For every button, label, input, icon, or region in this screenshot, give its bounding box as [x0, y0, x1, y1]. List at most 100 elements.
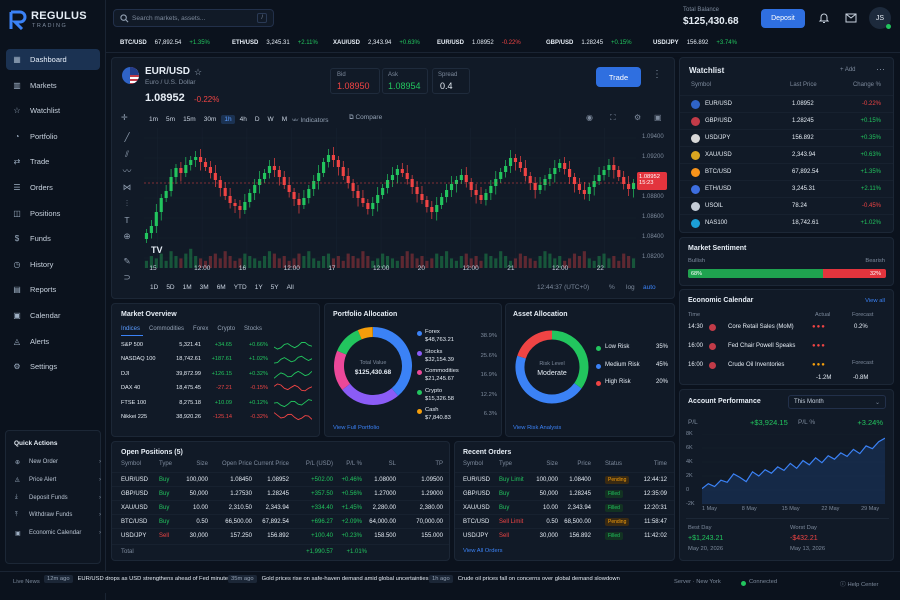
sidebar-item-reports[interactable]: ▤ Reports	[6, 279, 100, 300]
range-All[interactable]: All	[287, 284, 294, 291]
settings-gear-icon[interactable]: ⚙	[634, 113, 641, 122]
timeframe-1h[interactable]: 1h	[221, 115, 235, 124]
crosshair-icon[interactable]: ✛	[121, 113, 128, 122]
favorite-star-icon[interactable]: ☆	[194, 67, 202, 78]
percent-toggle[interactable]: %	[609, 284, 615, 291]
market-overview-row[interactable]: S&P 500 5,321.41 +34.65 +0.66%	[112, 338, 319, 352]
ticker-item[interactable]: BTC/USD 67,892.54 +1.35%	[120, 40, 210, 46]
view-all-orders-link[interactable]: View All Orders	[463, 548, 503, 554]
range-6M[interactable]: 6M	[217, 284, 226, 291]
sidebar-item-orders[interactable]: ☰ Orders	[6, 177, 100, 198]
calendar-row[interactable]: 16:00 Fed Chair Powell Speaks ●●●	[680, 339, 893, 353]
ticker-item[interactable]: XAU/USD 2,343.94 +0.63%	[333, 40, 420, 46]
sidebar-item-history[interactable]: ◷ History	[6, 254, 100, 275]
market-overview-row[interactable]: DJI 39,872.99 +126.15 +0.32%	[112, 367, 319, 381]
sidebar-item-positions[interactable]: ◫ Positions	[6, 203, 100, 224]
watchlist-row[interactable]: NAS100 18,742.61 +1.02%	[680, 214, 893, 231]
sidebar-item-alerts[interactable]: ◬ Alerts	[6, 331, 100, 352]
order-row[interactable]: GBP/USD Buy 50,000 1.28245 Filled 12:35:09	[455, 486, 674, 500]
timeframe-15m[interactable]: 15m	[180, 115, 199, 124]
ticker-item[interactable]: ETH/USD 3,245.31 +2.11%	[232, 40, 318, 46]
bell-icon[interactable]	[818, 12, 830, 24]
tab-stocks[interactable]: Stocks	[244, 326, 262, 332]
layout-icon[interactable]: ▣	[654, 113, 662, 122]
deposit-button[interactable]: Deposit	[761, 9, 805, 28]
sidebar-item-dashboard[interactable]: ▦ Dashboard	[6, 49, 100, 70]
calendar-row[interactable]: 14:30 Core Retail Sales (MoM) ●●● 0.2%	[680, 320, 893, 334]
range-1Y[interactable]: 1Y	[255, 284, 263, 291]
range-1D[interactable]: 1D	[150, 284, 158, 291]
position-row[interactable]: EUR/USD Buy 100,000 1.08450 1.08952 +502.00 +0…	[112, 472, 449, 486]
range-5D[interactable]: 5D	[166, 284, 174, 291]
tab-indices[interactable]: Indices	[121, 326, 140, 332]
view-risk-analysis-link[interactable]: View Risk Analysis	[513, 425, 561, 431]
news-item[interactable]: 12m ago EUR/USD drops as USD strengthens …	[44, 575, 231, 583]
indicators-button[interactable]: 〰 Indicators	[292, 114, 329, 124]
watchlist-row[interactable]: USD/JPY 156.892 +0.35%	[680, 129, 893, 146]
watchlist-row[interactable]: GBP/USD 1.28245 +0.15%	[680, 112, 893, 129]
watchlist-row[interactable]: ETH/USD 3,245.31 +2.11%	[680, 180, 893, 197]
sidebar-item-portfolio[interactable]: ◔ Portfolio	[6, 126, 100, 147]
market-overview-row[interactable]: Nikkei 225 38,920.26 -125.14 -0.32%	[112, 410, 319, 424]
quick-action-new-order[interactable]: ⊕ New Order ›	[15, 454, 101, 470]
sidebar-item-trade[interactable]: ⇄ Trade	[6, 151, 100, 172]
news-item[interactable]: 35m ago Gold prices rise on safe-haven de…	[228, 575, 428, 583]
period-select[interactable]: This Month ⌄	[788, 395, 886, 409]
channel-icon[interactable]: ⫽	[120, 149, 134, 160]
market-overview-row[interactable]: DAX 40 18,475.45 -27.21 -0.15%	[112, 381, 319, 395]
text-tool-icon[interactable]: T	[120, 215, 134, 225]
market-overview-row[interactable]: FTSE 100 8,275.18 +10.09 +0.12%	[112, 396, 319, 410]
position-row[interactable]: GBP/USD Buy 50,000 1.27530 1.28245 +357.50 +0.…	[112, 486, 449, 500]
ticker-item[interactable]: EUR/USD 1.08952 -0.22%	[437, 40, 521, 46]
tab-commodities[interactable]: Commodities	[149, 326, 184, 332]
tab-crypto[interactable]: Crypto	[217, 326, 235, 332]
quick-action-deposit-funds[interactable]: ⤓ Deposit Funds ›	[15, 490, 101, 506]
watchlist-add-button[interactable]: + Add	[840, 67, 856, 73]
trendline-icon[interactable]: ╱	[120, 132, 134, 143]
range-3M[interactable]: 3M	[200, 284, 209, 291]
sidebar-item-settings[interactable]: ⚙ Settings	[6, 356, 100, 377]
price-chart[interactable]	[144, 128, 636, 268]
order-row[interactable]: EUR/USD Buy Limit 100,000 1.08400 Pending 12:…	[455, 472, 674, 486]
position-row[interactable]: XAU/USD Buy 10.00 2,310.50 2,343.94 +334.40 +1…	[112, 500, 449, 514]
auto-toggle[interactable]: auto	[643, 284, 656, 291]
news-item[interactable]: 1h ago Crude oil prices fall on concerns …	[429, 575, 620, 583]
fib-icon[interactable]: ⫶	[120, 198, 134, 209]
add-tool-icon[interactable]: ⊕	[120, 231, 134, 242]
range-5Y[interactable]: 5Y	[271, 284, 279, 291]
more-options-icon[interactable]: ⋮	[652, 69, 662, 80]
magnet-icon[interactable]: ⊃	[120, 272, 134, 283]
market-overview-row[interactable]: NASDAQ 100 18,742.61 +187.61 +1.02%	[112, 352, 319, 366]
ticker-item[interactable]: GBP/USD 1.28245 +0.15%	[546, 40, 632, 46]
zigzag-icon[interactable]: 〰	[120, 165, 134, 177]
timeframe-D[interactable]: D	[252, 115, 263, 124]
watchlist-row[interactable]: BTC/USD 67,892.54 +1.35%	[680, 163, 893, 180]
sidebar-item-funds[interactable]: $ Funds	[6, 228, 100, 249]
timeframe-30m[interactable]: 30m	[201, 115, 220, 124]
help-center-link[interactable]: ⓘ Help Center	[840, 579, 878, 588]
timeframe-W[interactable]: W	[265, 115, 277, 124]
fullscreen-icon[interactable]: ⛶	[610, 113, 616, 123]
sidebar-item-watchlist[interactable]: ☆ Watchlist	[6, 100, 100, 121]
watchlist-row[interactable]: EUR/USD 1.08952 -0.22%	[680, 95, 893, 112]
pattern-icon[interactable]: ⋈	[120, 182, 134, 193]
search-bar[interactable]: Search markets, assets... /	[113, 9, 274, 27]
log-toggle[interactable]: log	[626, 284, 635, 291]
timeframe-5m[interactable]: 5m	[163, 115, 178, 124]
ticker-item[interactable]: USD/JPY 156.892 +3.74%	[653, 40, 737, 46]
watchlist-row[interactable]: USOIL 78.24 -0.45%	[680, 197, 893, 214]
range-1M[interactable]: 1M	[183, 284, 192, 291]
mail-icon[interactable]	[845, 13, 857, 23]
tab-forex[interactable]: Forex	[193, 326, 208, 332]
order-row[interactable]: USD/JPY Sell 30,000 156.892 Filled 11:42:02	[455, 528, 674, 542]
position-row[interactable]: BTC/USD Buy 0.50 66,500.00 67,892.54 +696.27 +…	[112, 514, 449, 528]
range-YTD[interactable]: YTD	[234, 284, 247, 291]
order-row[interactable]: XAU/USD Buy 10.00 2,343.94 Filled 12:20:31	[455, 500, 674, 514]
sidebar-item-calendar[interactable]: ▣ Calendar	[6, 305, 100, 326]
ruler-icon[interactable]: ✎	[120, 256, 134, 267]
timeframe-1m[interactable]: 1m	[146, 115, 161, 124]
quick-action-economic-calendar[interactable]: ▣ Economic Calendar ›	[15, 525, 101, 541]
timeframe-M[interactable]: M	[279, 115, 290, 124]
sidebar-item-markets[interactable]: ▥ Markets	[6, 75, 100, 96]
quick-action-price-alert[interactable]: ◬ Price Alert ›	[15, 472, 101, 488]
